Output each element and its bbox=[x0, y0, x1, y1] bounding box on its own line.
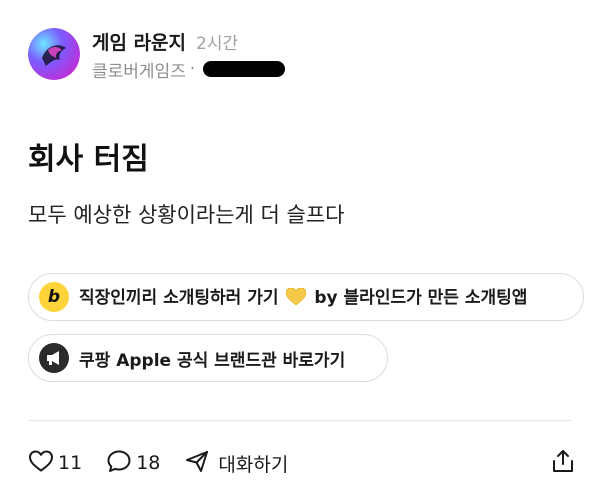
ad-blind-dating[interactable]: b 직장인끼리 소개팅하러 가기 by 블라인드가 만든 소개팅앱 bbox=[28, 273, 584, 321]
chat-label: 대화하기 bbox=[218, 453, 289, 476]
share-button[interactable] bbox=[550, 448, 576, 478]
megaphone-icon bbox=[39, 343, 69, 373]
post-body: 모두 예상한 상황이라는게 더 슬프다 bbox=[28, 203, 345, 227]
channel-avatar[interactable] bbox=[28, 28, 80, 80]
ad-blind-text-before: 직장인끼리 소개팅하러 가기 bbox=[79, 288, 279, 308]
channel-name[interactable]: 게임 라운지 bbox=[92, 28, 186, 55]
comment-count: 18 bbox=[136, 452, 161, 474]
post-time: 2시간 bbox=[196, 34, 239, 54]
post-header: 게임 라운지 2시간 클로버게임즈 · bbox=[28, 28, 286, 82]
comment-button[interactable]: 18 bbox=[106, 449, 160, 477]
post-actions: 11 18 대화하기 bbox=[28, 448, 576, 478]
share-icon bbox=[550, 448, 576, 478]
ad-blind-text-after: by 블라인드가 만든 소개팅앱 bbox=[314, 288, 528, 308]
footer-divider bbox=[28, 420, 572, 421]
ad-blind-text: 직장인끼리 소개팅하러 가기 by 블라인드가 만든 소개팅앱 bbox=[79, 283, 527, 311]
blind-b-logo-icon: b bbox=[39, 282, 69, 312]
ad-coupang-apple[interactable]: 쿠팡 Apple 공식 브랜드관 바로가기 bbox=[28, 334, 388, 382]
meta-separator: · bbox=[189, 59, 196, 79]
paper-plane-icon bbox=[184, 449, 210, 477]
like-button[interactable]: 11 bbox=[28, 449, 82, 477]
yellow-heart-icon bbox=[286, 287, 307, 311]
blind-b-letter: b bbox=[47, 287, 61, 307]
post-title: 회사 터짐 bbox=[28, 142, 149, 177]
heart-icon bbox=[28, 449, 54, 477]
redacted-author bbox=[203, 61, 286, 77]
comment-bubble-icon bbox=[106, 449, 132, 477]
author-company[interactable]: 클로버게임즈 bbox=[92, 57, 186, 82]
like-count: 11 bbox=[58, 452, 83, 474]
ad-coupang-text: 쿠팡 Apple 공식 브랜드관 바로가기 bbox=[79, 350, 346, 371]
chat-button[interactable]: 대화하기 bbox=[184, 449, 288, 477]
